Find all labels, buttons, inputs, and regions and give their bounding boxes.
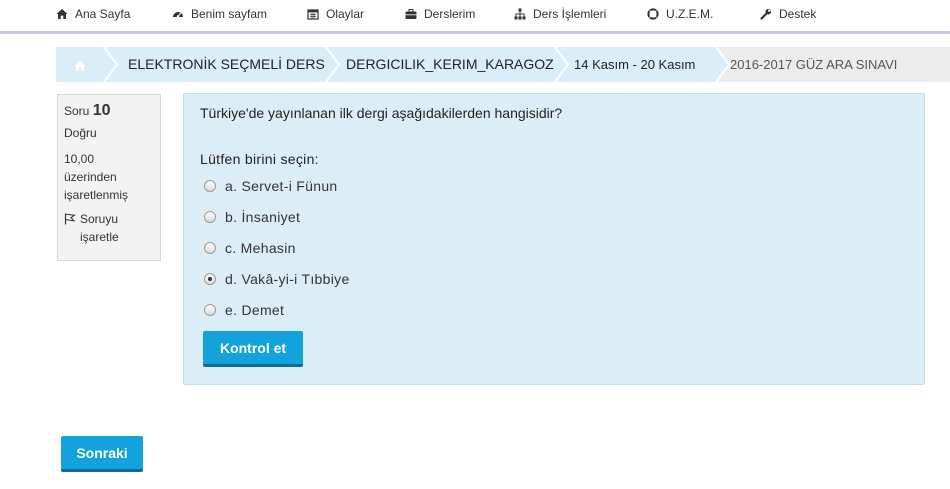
nav-item-destek[interactable]: Destek — [760, 6, 816, 22]
breadcrumb-item-week[interactable]: 14 Kasım - 20 Kasım — [574, 47, 695, 82]
home-icon — [74, 59, 86, 71]
question-text: Türkiye'de yayınlanan ilk dergi aşağıdak… — [200, 105, 563, 121]
answer-option-label: a. Servet-i Fünun — [225, 178, 338, 194]
nav-item-label: Benim sayfam — [191, 7, 268, 21]
breadcrumb: ELEKTRONİK SEÇMELİ DERS DERGICILIK_KERIM… — [56, 47, 950, 82]
nav-item-olaylar[interactable]: Olaylar — [307, 6, 364, 22]
lifebuoy-icon — [647, 8, 659, 20]
check-answer-button[interactable]: Kontrol et — [203, 331, 303, 367]
flag-label: Soruyu işaretle — [80, 210, 119, 246]
question-number: 10 — [92, 102, 111, 119]
top-navigation: Ana Sayfa Benim sayfam Olaylar Derslerim… — [0, 0, 950, 34]
nav-item-label: Destek — [779, 7, 817, 21]
answer-prompt: Lütfen birini seçin: — [200, 151, 319, 167]
question-panel: Türkiye'de yayınlanan ilk dergi aşağıdak… — [183, 93, 925, 385]
question-info-panel: Soru 10 Doğru 10,00 üzerinden işaretlenm… — [57, 94, 161, 261]
sitemap-icon — [514, 8, 526, 20]
dashboard-icon — [172, 8, 184, 20]
mark-value: 10,00 — [64, 152, 95, 166]
nav-item-uzem[interactable]: U.Z.E.M. — [647, 6, 713, 22]
breadcrumb-home[interactable] — [56, 47, 104, 82]
breadcrumb-item-course-category[interactable]: ELEKTRONİK SEÇMELİ DERS — [128, 47, 325, 82]
flag-icon — [64, 210, 80, 230]
nav-item-label: Ders İşlemleri — [533, 7, 607, 21]
radio-button[interactable] — [204, 242, 216, 254]
mark-text-1: üzerinden — [64, 170, 117, 184]
answer-option-label: c. Mehasin — [225, 240, 296, 256]
answer-option-c[interactable]: c. Mehasin — [204, 239, 296, 257]
wrench-icon — [760, 8, 772, 20]
flag-label-line-1: Soruyu — [80, 212, 119, 226]
flag-question-button[interactable]: Soruyu işaretle — [64, 210, 154, 246]
nav-item-derslerim[interactable]: Derslerim — [405, 6, 475, 22]
next-page-button[interactable]: Sonraki — [61, 436, 143, 472]
briefcase-icon — [405, 8, 417, 20]
answer-option-label: b. İnsaniyet — [225, 209, 301, 225]
breadcrumb-item-course[interactable]: DERGICILIK_KERIM_KARAGOZ — [346, 47, 554, 82]
answer-option-a[interactable]: a. Servet-i Fünun — [204, 177, 338, 195]
question-mark: 10,00 üzerinden işaretlenmiş — [64, 150, 154, 204]
question-status: Doğru — [64, 126, 97, 140]
radio-button[interactable] — [204, 211, 216, 223]
flag-label-line-2: işaretle — [80, 230, 119, 244]
radio-button[interactable] — [204, 180, 216, 192]
answer-option-b[interactable]: b. İnsaniyet — [204, 208, 300, 226]
home-icon — [56, 8, 68, 20]
answer-option-e[interactable]: e. Demet — [204, 301, 284, 319]
nav-item-ana-sayfa[interactable]: Ana Sayfa — [56, 6, 130, 22]
question-label: Soru — [64, 104, 90, 118]
nav-item-label: U.Z.E.M. — [666, 7, 714, 21]
question-number-line: Soru 10 — [64, 102, 154, 120]
answer-option-label: d. Vakâ-yi-i Tıbbiye — [225, 271, 350, 287]
nav-item-benim-sayfam[interactable]: Benim sayfam — [172, 6, 267, 22]
breadcrumb-item-quiz[interactable]: 2016-2017 GÜZ ARA SINAVI — [730, 47, 897, 82]
nav-item-label: Derslerim — [424, 7, 476, 21]
mark-text-2: işaretlenmiş — [64, 188, 129, 202]
radio-button-selected[interactable] — [204, 273, 216, 285]
radio-button[interactable] — [204, 304, 216, 316]
nav-item-ders-islemleri[interactable]: Ders İşlemleri — [514, 6, 606, 22]
calendar-icon — [307, 8, 319, 20]
answer-option-d[interactable]: d. Vakâ-yi-i Tıbbiye — [204, 270, 350, 288]
nav-item-label: Ana Sayfa — [75, 7, 131, 21]
nav-item-label: Olaylar — [326, 7, 365, 21]
answer-option-label: e. Demet — [225, 302, 285, 318]
